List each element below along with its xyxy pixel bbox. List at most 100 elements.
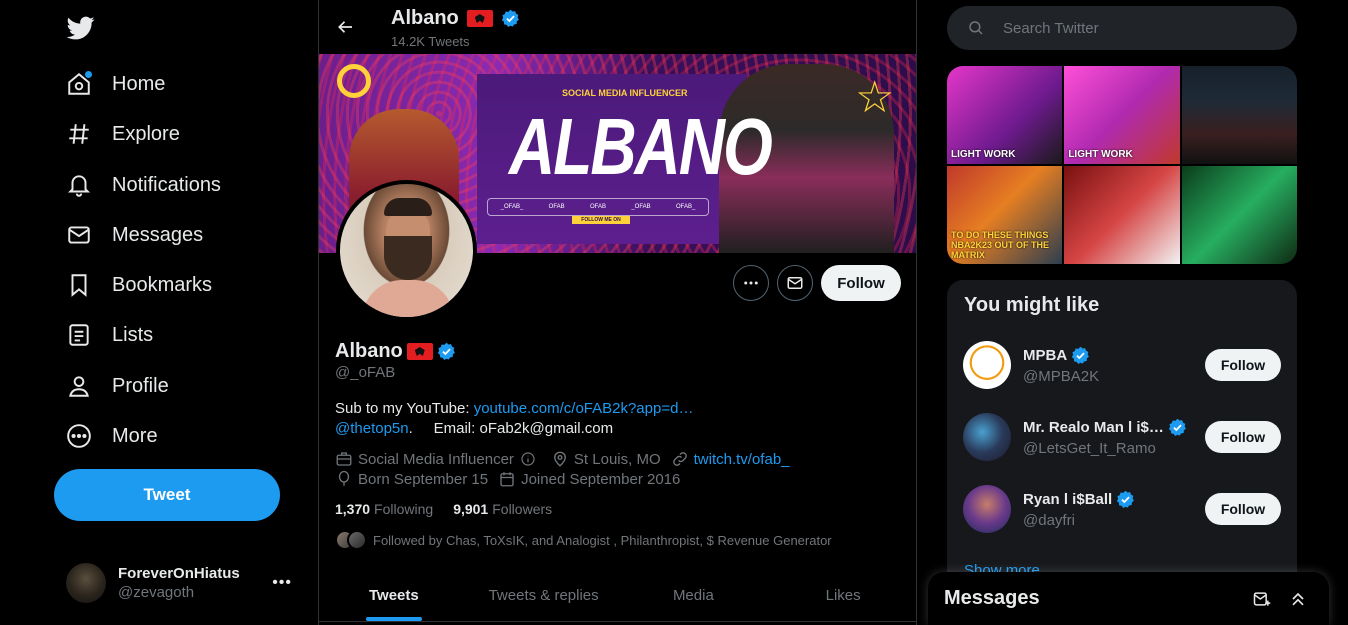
bio-mention-link[interactable]: @thetop5n (335, 420, 409, 437)
media-thumbnail[interactable] (1181, 66, 1297, 164)
suggested-account[interactable]: MPBA @MPBA2K Follow (947, 329, 1297, 401)
list-icon (66, 322, 92, 348)
tab-tweets[interactable]: Tweets (319, 569, 469, 621)
profile-meta-row-2: Born September 15 Joined September 2016 (335, 470, 690, 488)
header-name: Albano (391, 7, 520, 30)
follow-button[interactable]: Follow (1205, 349, 1281, 381)
avatar (963, 341, 1011, 389)
twitter-logo-icon[interactable] (66, 14, 96, 42)
more-dots-icon: ••• (272, 574, 292, 591)
profile-name: Albano (335, 340, 456, 363)
account-switcher[interactable]: ForeverOnHiatus @zevagoth ••• (54, 556, 304, 610)
account-handle: @zevagoth (118, 584, 195, 601)
header-name-text: Albano (391, 7, 459, 29)
calendar-icon (500, 472, 514, 487)
nav-profile[interactable]: Profile (54, 362, 181, 410)
nav-bookmarks[interactable]: Bookmarks (54, 261, 224, 309)
profile-meta-row-1: Social Media Influencer St Louis, MO twi… (335, 450, 800, 468)
profile-avatar[interactable] (336, 180, 477, 321)
nav-profile-label: Profile (112, 374, 169, 397)
media-thumbnail[interactable] (1064, 166, 1180, 264)
nav-messages-label: Messages (112, 223, 204, 246)
search-input[interactable] (1003, 19, 1283, 37)
media-thumbnail[interactable]: TO DO THESE THINGS NBA2K23 OUT OF THE MA… (947, 166, 1063, 264)
bell-icon (66, 172, 92, 198)
messages-drawer[interactable]: Messages (928, 572, 1329, 625)
briefcase-icon (336, 452, 352, 466)
message-button[interactable] (777, 265, 813, 301)
avatar (963, 485, 1011, 533)
avatar (347, 530, 367, 550)
nav-explore[interactable]: Explore (54, 110, 192, 158)
who-to-follow-title: You might like (964, 294, 1100, 316)
albania-flag-icon (466, 10, 493, 27)
profile-tabs: Tweets Tweets & replies Media Likes (319, 569, 916, 622)
account-name: ForeverOnHiatus (118, 565, 240, 582)
profile-handle: @_oFAB (335, 364, 396, 381)
banner-title: ALBANO (509, 101, 773, 192)
nav-notifications[interactable]: Notifications (54, 161, 233, 209)
tab-likes[interactable]: Likes (768, 569, 916, 621)
search-bar[interactable] (947, 6, 1297, 50)
media-thumbnail[interactable] (1181, 166, 1297, 264)
verified-badge-icon (437, 342, 455, 361)
profile-name-text: Albano (335, 340, 403, 362)
follow-button[interactable]: Follow (1205, 421, 1281, 453)
profile-website-link[interactable]: twitch.tv/ofab_ (694, 451, 790, 468)
tweet-count: 14.2K Tweets (391, 34, 470, 49)
followers-link[interactable]: 9,901 Followers (453, 501, 552, 517)
more-options-button[interactable] (733, 265, 769, 301)
banner-follow-me: FOLLOW ME ON (572, 216, 630, 224)
profile-joined: Joined September 2016 (521, 470, 681, 488)
banner-star-icon: ☆ (855, 73, 895, 122)
chevron-up-icon[interactable] (1283, 584, 1313, 614)
tweet-button[interactable]: Tweet (54, 469, 280, 521)
banner-social-twitter: _OFAB (631, 204, 651, 210)
banner-swirl-icon (337, 64, 371, 98)
nav-explore-label: Explore (112, 122, 180, 145)
nav-bookmarks-label: Bookmarks (112, 273, 213, 296)
avatar (66, 563, 106, 603)
info-icon (521, 452, 535, 466)
banner-tagline: SOCIAL MEDIA INFLUENCER (562, 88, 688, 98)
banner-socials: _OFAB_ OFAB OFAB _OFAB OFAB_ (487, 198, 709, 216)
notification-dot (85, 71, 92, 78)
avatar (963, 413, 1011, 461)
nav-more-label: More (112, 424, 158, 447)
nav-more[interactable]: More (54, 412, 170, 460)
verified-badge-icon (1072, 346, 1090, 364)
albania-flag-icon (406, 343, 433, 360)
followed-by[interactable]: Followed by Chas, ToXsIK, and Analogist … (335, 530, 832, 550)
bio-email: oFab2k@gmail.com (479, 420, 614, 437)
follow-counts: 1,370 Following 9,901 Followers (335, 501, 552, 517)
back-arrow-icon[interactable] (331, 12, 361, 42)
media-thumbnail[interactable]: LIGHT WORK (947, 66, 1063, 164)
left-sidebar: Home Explore Notifications Messages Book… (0, 0, 318, 625)
following-link[interactable]: 1,370 Following (335, 501, 433, 517)
bio-youtube-link[interactable]: youtube.com/c/oFAB2k?app=d… (474, 400, 694, 417)
nav-lists-label: Lists (112, 323, 154, 346)
nav-notifications-label: Notifications (112, 173, 221, 196)
follow-button[interactable]: Follow (1205, 493, 1281, 525)
verified-badge-icon (1168, 418, 1186, 436)
profile-location: St Louis, MO (573, 450, 661, 468)
new-message-icon[interactable] (1247, 584, 1277, 614)
suggested-account[interactable]: Ryan l i$Ball @dayfri Follow (947, 473, 1297, 545)
nav-lists[interactable]: Lists (54, 311, 165, 359)
nav-home[interactable]: Home (54, 60, 177, 108)
link-icon (672, 452, 687, 466)
profile-header-bar: Albano 14.2K Tweets (319, 0, 916, 54)
person-icon (66, 373, 92, 399)
followed-by-text: Followed by Chas, ToXsIK, and Analogist … (373, 532, 832, 548)
suggested-account[interactable]: Mr. Realo Man l i$… @LetsGet_It_Ramo Fol… (947, 401, 1297, 473)
follow-button[interactable]: Follow (821, 265, 901, 301)
banner-social-twitch: OFAB_ (675, 204, 696, 210)
verified-badge-icon (1117, 490, 1135, 508)
more-dots-icon (744, 281, 758, 285)
envelope-icon (787, 277, 803, 289)
verified-badge-icon (501, 9, 519, 28)
media-thumbnail[interactable]: LIGHT WORK (1064, 66, 1180, 164)
tab-tweets-replies[interactable]: Tweets & replies (469, 569, 619, 621)
tab-media[interactable]: Media (619, 569, 769, 621)
nav-messages[interactable]: Messages (54, 211, 215, 259)
